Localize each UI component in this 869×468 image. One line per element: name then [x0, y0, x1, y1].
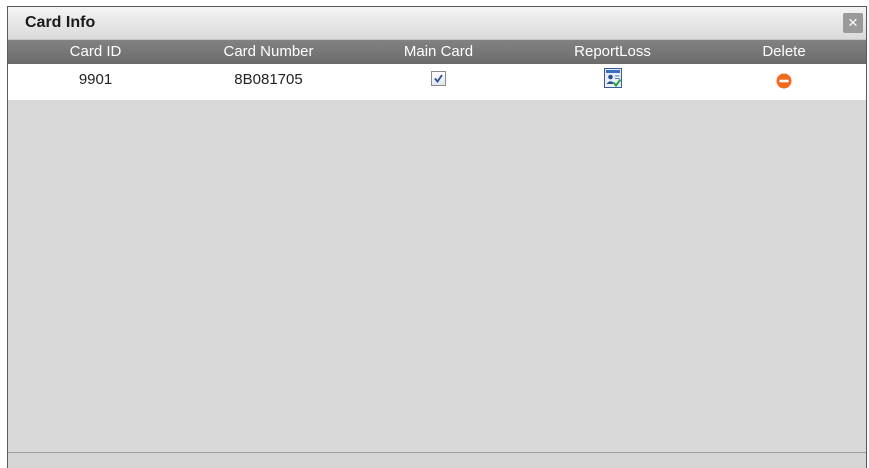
cell-card-number: 8B081705 [183, 64, 354, 100]
main-card-checkbox[interactable] [431, 70, 446, 86]
close-icon: × [848, 13, 858, 32]
dialog-titlebar: Card Info × [8, 7, 866, 40]
cell-report-loss [523, 64, 702, 100]
table-empty-area [8, 100, 866, 452]
card-info-dialog: Card Info × Card ID Card Number Main Car… [7, 6, 867, 468]
close-button[interactable]: × [843, 13, 863, 33]
table-row[interactable]: 9901 8B081705 [8, 64, 866, 100]
column-header-delete[interactable]: Delete [702, 40, 866, 64]
cell-main-card [354, 64, 523, 100]
card-id-value: 9901 [78, 71, 113, 88]
column-header-main-card[interactable]: Main Card [354, 40, 523, 64]
dialog-title: Card Info [25, 14, 96, 31]
column-header-card-number[interactable]: Card Number [183, 40, 354, 64]
delete-icon[interactable] [776, 73, 792, 89]
table-header: Card ID Card Number Main Card ReportLoss… [8, 40, 866, 64]
column-header-card-id[interactable]: Card ID [8, 40, 183, 64]
column-header-report-loss[interactable]: ReportLoss [523, 40, 702, 64]
checkmark-icon [434, 74, 443, 83]
dialog-footer [8, 453, 866, 468]
cell-card-id: 9901 [8, 64, 183, 100]
card-number-value: 8B081705 [234, 71, 303, 88]
report-loss-icon[interactable] [603, 68, 622, 89]
cell-delete [702, 64, 866, 100]
